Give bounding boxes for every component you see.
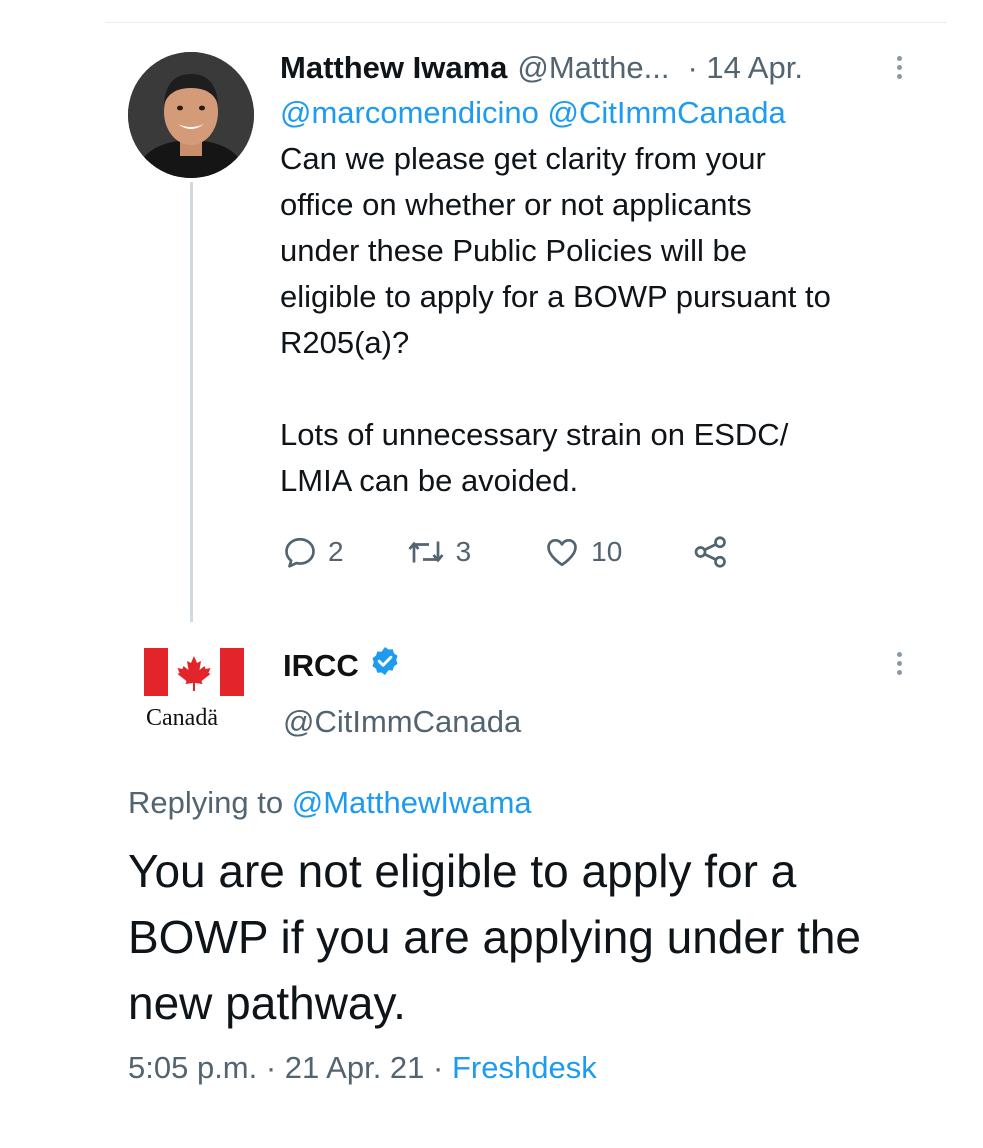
share-icon xyxy=(694,536,727,568)
canada-flag-icon xyxy=(144,648,244,696)
replying-handle-link[interactable]: @MatthewIwama xyxy=(292,785,532,820)
original-tweet: Matthew Iwama @Matthe... · 14 Apr. @marc… xyxy=(280,48,920,504)
reply-icon xyxy=(285,537,315,568)
reply-timestamp[interactable]: 5:05 p.m. · 21 Apr. 21 · xyxy=(128,1050,443,1085)
tweet-date[interactable]: · 14 Apr. xyxy=(687,48,802,88)
reply-count: 2 xyxy=(328,536,344,567)
canada-wordmark: Canadä xyxy=(146,705,218,731)
avatar-image xyxy=(128,52,254,178)
retweet-count: 3 xyxy=(455,536,472,567)
share-button[interactable] xyxy=(692,534,730,570)
like-button[interactable]: 10 xyxy=(543,534,622,570)
author-name[interactable]: Matthew Iwama xyxy=(280,48,507,88)
reply-body: You are not eligible to apply for a BOWP… xyxy=(128,845,862,1029)
retweet-button[interactable]: 3 xyxy=(406,534,472,570)
reply-more-icon[interactable] xyxy=(897,652,902,675)
top-divider xyxy=(105,22,947,23)
author-handle[interactable]: @Matthe... xyxy=(517,48,669,88)
author-avatar[interactable] xyxy=(128,52,254,178)
verified-icon xyxy=(369,645,401,687)
thread-line xyxy=(190,182,193,622)
more-icon[interactable] xyxy=(897,56,902,79)
replying-prefix: Replying to xyxy=(128,785,284,820)
retweet-icon xyxy=(408,541,444,563)
like-icon xyxy=(547,538,578,567)
like-count: 10 xyxy=(591,536,623,567)
reply-source-link[interactable]: Freshdesk xyxy=(452,1050,597,1085)
reply-author-name[interactable]: IRCC xyxy=(283,646,359,686)
reply-author-name-row: IRCC xyxy=(283,645,401,687)
tweet-header: Matthew Iwama @Matthe... · 14 Apr. xyxy=(280,48,920,88)
tweet-mentions[interactable]: @marcomendicino @CitImmCanada xyxy=(280,90,920,136)
tweet-actions: 2 3 10 xyxy=(282,532,730,572)
replying-to: Replying to @MatthewIwama xyxy=(128,783,532,823)
reply-author-handle[interactable]: @CitImmCanada xyxy=(283,702,521,742)
tweet-body: Can we please get clarity from your offi… xyxy=(280,141,831,498)
reply-meta: 5:05 p.m. · 21 Apr. 21 · Freshdesk xyxy=(128,1048,597,1088)
reply-button[interactable]: 2 xyxy=(282,534,344,570)
